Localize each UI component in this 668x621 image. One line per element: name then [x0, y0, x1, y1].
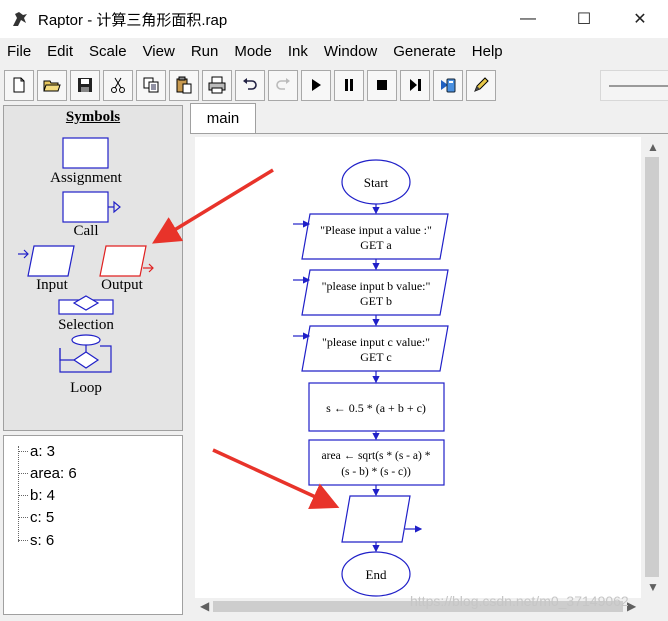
variable-text: b: 4 [30, 486, 56, 504]
call-label: Call [73, 223, 99, 239]
cut-icon [111, 77, 125, 93]
output-box[interactable] [341, 495, 411, 543]
assign-area-box[interactable] [308, 439, 445, 486]
pause-icon [345, 79, 353, 91]
window-title: Raptor - 计算三角形面积.rap [38, 11, 228, 29]
menu-mode[interactable]: Mode [232, 43, 274, 60]
output-symbol[interactable] [99, 245, 147, 277]
save-icon [78, 78, 92, 92]
variable-item[interactable]: a: 3 [18, 440, 55, 462]
print-icon [208, 76, 226, 94]
menu-bar: File Edit Scale View Run Mode Ink Window… [0, 38, 668, 64]
loop-label: Loop [70, 380, 102, 396]
copy-icon [143, 77, 159, 93]
variables-panel: a: 3 area: 6 b: 4 c: 5 s: 6 [3, 435, 183, 615]
menu-window[interactable]: Window [322, 43, 379, 60]
variable-item[interactable]: c: 5 [18, 506, 54, 528]
zoom-slider[interactable] [600, 70, 668, 101]
assignment-label: Assignment [50, 170, 122, 186]
flowchart-svg: Start "Please input a value :" GET a "pl… [293, 159, 449, 597]
assign-area-line1: area ← sqrt(s * (s - a) * [322, 450, 431, 462]
save-button[interactable] [70, 69, 100, 101]
input-a-line1: "Please input a value :" [320, 223, 432, 237]
test-server-button[interactable] [433, 69, 463, 101]
variable-item[interactable]: s: 6 [18, 529, 54, 551]
variable-text: a: 3 [30, 442, 56, 460]
input-symbol[interactable] [27, 245, 75, 277]
input-label: Input [36, 277, 68, 293]
vertical-scrollbar[interactable]: ▲ ▼ [641, 137, 663, 598]
assignment-symbol[interactable] [62, 137, 109, 169]
start-text: Start [364, 175, 389, 190]
assign-s-text: s ← 0.5 * (a + b + c) [326, 401, 426, 415]
input-a-line2: GET a [360, 238, 392, 252]
step-icon [410, 79, 421, 91]
menu-generate[interactable]: Generate [391, 43, 458, 60]
input-c-line2: GET c [360, 350, 391, 364]
run-button[interactable] [301, 69, 331, 101]
assign-area-line2: (s - b) * (s - c)) [341, 466, 411, 478]
variable-item[interactable]: b: 4 [18, 484, 55, 506]
title-bar: Raptor - 计算三角形面积.rap — ☐ ✕ [0, 0, 668, 38]
pen-button[interactable] [466, 69, 496, 101]
variable-text: area: 6 [30, 464, 77, 482]
redo-icon [276, 78, 290, 90]
undo-button[interactable] [235, 69, 265, 101]
call-symbol[interactable] [62, 191, 109, 223]
maximize-button[interactable]: ☐ [556, 0, 612, 38]
input-b-line1: "please input b value:" [322, 279, 431, 293]
vertical-scroll-thumb[interactable] [645, 157, 659, 577]
output-label: Output [101, 277, 143, 293]
menu-edit[interactable]: Edit [45, 43, 75, 60]
flowchart-canvas[interactable]: Start "Please input a value :" GET a "pl… [195, 137, 641, 598]
paste-button[interactable] [169, 69, 199, 101]
print-button[interactable] [202, 69, 232, 101]
symbols-panel: Symbols Assignment Call Input Output Sel… [3, 105, 183, 431]
new-file-button[interactable] [4, 69, 34, 101]
paste-icon [176, 76, 192, 94]
menu-file[interactable]: File [5, 43, 33, 60]
redo-button[interactable] [268, 69, 298, 101]
run-icon [312, 79, 321, 91]
input-b-line2: GET b [360, 294, 392, 308]
menu-scale[interactable]: Scale [87, 43, 129, 60]
watermark: https://blog.csdn.net/m0_37149062 [410, 593, 629, 609]
pause-button[interactable] [334, 69, 364, 101]
menu-ink[interactable]: Ink [286, 43, 310, 60]
variable-text: c: 5 [30, 508, 55, 526]
selection-label: Selection [58, 317, 114, 333]
end-text: End [366, 567, 387, 582]
menu-run[interactable]: Run [189, 43, 221, 60]
close-button[interactable]: ✕ [612, 0, 668, 38]
input-c-line1: "please input c value:" [322, 335, 430, 349]
stop-icon [377, 80, 387, 90]
open-button[interactable] [37, 69, 67, 101]
scroll-down-icon[interactable]: ▼ [647, 580, 659, 594]
step-button[interactable] [400, 69, 430, 101]
test-server-icon [441, 78, 456, 93]
undo-icon [243, 78, 257, 90]
tab-main[interactable]: main [190, 103, 256, 133]
menu-view[interactable]: View [141, 43, 177, 60]
stop-button[interactable] [367, 69, 397, 101]
scroll-up-icon[interactable]: ▲ [647, 140, 659, 154]
minimize-button[interactable]: — [500, 0, 556, 38]
variable-text: s: 6 [30, 531, 55, 549]
menu-help[interactable]: Help [470, 43, 505, 60]
raptor-app-icon [13, 12, 27, 26]
cut-button[interactable] [103, 69, 133, 101]
pen-icon [474, 77, 489, 92]
new-file-icon [13, 77, 25, 93]
open-folder-icon [43, 80, 61, 92]
scroll-left-icon[interactable]: ◀ [200, 599, 209, 613]
toolbar [0, 66, 668, 104]
copy-button[interactable] [136, 69, 166, 101]
variable-item[interactable]: area: 6 [18, 462, 77, 484]
